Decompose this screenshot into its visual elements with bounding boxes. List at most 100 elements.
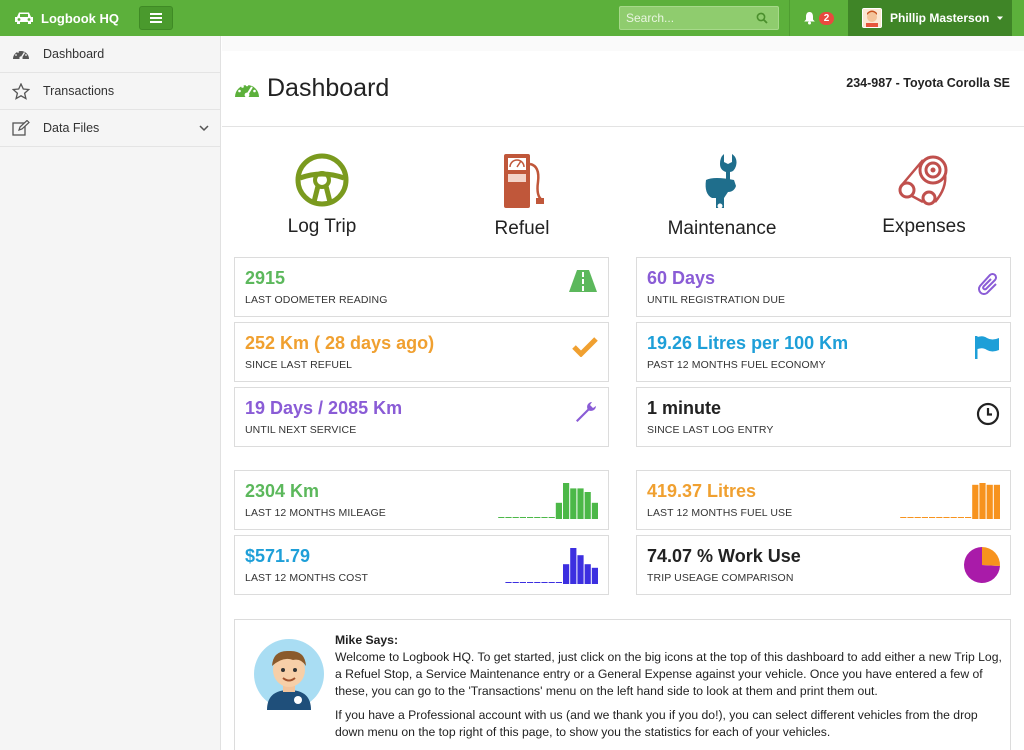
- work-use-label: TRIP USEAGE COMPARISON: [647, 572, 794, 584]
- user-avatar-icon: [863, 9, 881, 27]
- page-title: Dashboard: [234, 74, 389, 103]
- wrench-hand-icon: [705, 154, 737, 209]
- user-name: Phillip Masterson: [890, 11, 990, 25]
- mileage-bar: [519, 517, 526, 518]
- sidebar-item-dashboard[interactable]: Dashboard: [0, 36, 220, 73]
- caret-down-icon: [997, 16, 1004, 20]
- registration-card[interactable]: 60 Days UNTIL REGISTRATION DUE: [636, 257, 1011, 317]
- search-icon[interactable]: [756, 12, 768, 24]
- mike-says-heading: Mike Says:: [335, 633, 399, 647]
- mileage-sparkline: [498, 483, 598, 519]
- notification-count-badge: 2: [818, 11, 835, 25]
- mike-says-panel: Mike Says: Welcome to Logbook HQ. To get…: [234, 619, 1011, 750]
- main-content: Dashboard 234-987 - Toyota Corolla SE Lo…: [222, 36, 1024, 750]
- sidebar-item-label: Data Files: [43, 121, 100, 135]
- road-icon: [569, 270, 597, 292]
- cost-bar: [563, 564, 570, 584]
- log-entry-value: 1 minute: [647, 398, 722, 418]
- maintenance-button[interactable]: Maintenance: [622, 152, 822, 240]
- brand[interactable]: Logbook HQ: [0, 11, 139, 26]
- fuel-pump-icon: [504, 154, 544, 208]
- mileage-label: LAST 12 MONTHS MILEAGE: [245, 507, 386, 519]
- fuel-use-bar: [929, 517, 936, 518]
- cost-value: $571.79: [245, 546, 311, 566]
- dashboard-icon: [235, 83, 259, 97]
- log-entry-card[interactable]: 1 minute SINCE LAST LOG ENTRY: [636, 387, 1011, 447]
- cost-bar: [527, 582, 534, 583]
- header-spacer: [222, 36, 1024, 51]
- user-menu[interactable]: Phillip Masterson: [848, 0, 1012, 36]
- action-label: Log Trip: [287, 216, 357, 237]
- action-label: Refuel: [494, 218, 550, 239]
- mileage-bar: [584, 492, 591, 519]
- sidebar-item-label: Dashboard: [43, 47, 105, 61]
- expenses-button[interactable]: Expenses: [824, 152, 1024, 238]
- mileage-bar: [498, 517, 505, 518]
- fuel-use-bar: [936, 517, 943, 518]
- mike-avatar: [254, 639, 324, 710]
- log-trip-button[interactable]: Log Trip: [222, 152, 422, 238]
- wrench-icon: [576, 402, 596, 422]
- cost-bar: [534, 582, 541, 583]
- notifications-button[interactable]: 2: [789, 0, 847, 36]
- cost-bar: [541, 582, 548, 583]
- star-icon: [12, 82, 30, 100]
- search-input[interactable]: [626, 11, 756, 25]
- fuel-use-bar: [965, 517, 972, 518]
- refuel-value: 252 Km ( 28 days ago): [245, 333, 435, 353]
- sidebar-item-transactions[interactable]: Transactions: [0, 73, 220, 110]
- fuel-use-bar: [921, 517, 928, 518]
- fuel-use-bar: [950, 517, 957, 518]
- economy-value: 19.26 Litres per 100 Km: [647, 333, 849, 353]
- fuel-use-bar: [986, 484, 993, 519]
- fuel-use-bar: [993, 484, 1000, 519]
- odometer-card[interactable]: 2915 LAST ODOMETER READING: [234, 257, 609, 317]
- service-label: UNTIL NEXT SERVICE: [245, 424, 357, 436]
- mileage-value: 2304 Km: [245, 481, 320, 501]
- cost-card[interactable]: $571.79 LAST 12 MONTHS COST: [234, 535, 609, 595]
- sidebar-item-data-files[interactable]: Data Files: [0, 110, 220, 147]
- economy-card[interactable]: 19.26 Litres per 100 Km PAST 12 MONTHS F…: [636, 322, 1011, 382]
- fuel-use-bar: [943, 517, 950, 518]
- cost-bar: [505, 582, 512, 583]
- page-title-text: Dashboard: [267, 74, 390, 102]
- mileage-card[interactable]: 2304 Km LAST 12 MONTHS MILEAGE: [234, 470, 609, 530]
- vehicle-label: 234-987 - Toyota Corolla SE: [846, 76, 1010, 90]
- page-header: Dashboard 234-987 - Toyota Corolla SE: [222, 51, 1024, 127]
- mike-says-paragraph-2: If you have a Professional account with …: [335, 708, 978, 739]
- registration-label: UNTIL REGISTRATION DUE: [647, 294, 786, 306]
- dashboard-icon: [13, 51, 29, 60]
- chevron-down-icon[interactable]: [198, 122, 210, 134]
- refuel-card[interactable]: 252 Km ( 28 days ago) SINCE LAST REFUEL: [234, 322, 609, 382]
- work-use-pie: [964, 547, 1000, 583]
- fuel-use-bar: [907, 517, 914, 518]
- odometer-label: LAST ODOMETER READING: [245, 294, 388, 306]
- check-icon: [572, 337, 598, 357]
- refuel-button[interactable]: Refuel: [422, 152, 622, 240]
- menu-toggle-button[interactable]: [139, 6, 173, 30]
- action-label: Maintenance: [667, 218, 777, 239]
- sidebar-item-label: Transactions: [43, 84, 115, 98]
- cost-sparkline: [505, 548, 598, 584]
- log-entry-label: SINCE LAST LOG ENTRY: [647, 424, 774, 436]
- action-label: Expenses: [882, 216, 966, 237]
- work-use-card[interactable]: 74.07 % Work Use TRIP USEAGE COMPARISON: [636, 535, 1011, 595]
- fuel-use-bar: [900, 517, 907, 518]
- cost-bar: [519, 582, 526, 583]
- service-card[interactable]: 19 Days / 2085 Km UNTIL NEXT SERVICE: [234, 387, 609, 447]
- user-avatar: [862, 8, 882, 28]
- cost-bar: [548, 582, 555, 583]
- fuel-use-bar: [957, 517, 964, 518]
- fuel-use-bar: [972, 484, 979, 519]
- mileage-bar: [563, 483, 570, 519]
- work-use-value: 74.07 % Work Use: [647, 546, 801, 566]
- fuel-use-card[interactable]: 419.37 Litres LAST 12 MONTHS FUEL USE: [636, 470, 1011, 530]
- search-box: [619, 6, 779, 30]
- steering-wheel-icon: [295, 153, 349, 207]
- bell-icon: [803, 12, 815, 25]
- cost-bar: [577, 555, 584, 584]
- mileage-bar: [591, 502, 598, 519]
- registration-value: 60 Days: [647, 268, 716, 288]
- fuel-use-bar: [979, 483, 986, 519]
- clock-icon: [976, 402, 1000, 426]
